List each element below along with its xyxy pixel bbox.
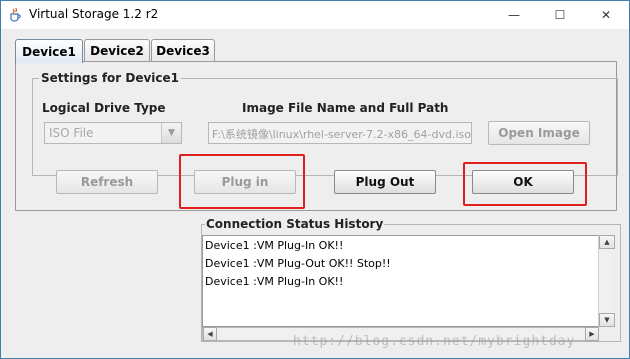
settings-group-title: Settings for Device1 (39, 71, 182, 85)
ok-highlight-box (463, 162, 587, 206)
close-button[interactable]: ✕ (583, 1, 629, 29)
tab-device2[interactable]: Device2 (84, 39, 150, 61)
log-line: Device1 :VM Plug-In OK!! (205, 275, 344, 288)
drive-type-select[interactable]: ISO File ▼ (44, 122, 182, 144)
window-title: Virtual Storage 1.2 r2 (29, 7, 159, 21)
image-path-input[interactable]: F:\系统镜像\linux\rhel-server-7.2-x86_64-dvd… (208, 122, 472, 144)
status-group: Connection Status History Device1 :VM Pl… (201, 217, 621, 342)
app-window: Virtual Storage 1.2 r2 — ☐ ✕ Device1 Dev… (0, 0, 630, 359)
java-cup-icon (10, 7, 21, 22)
minimize-button[interactable]: — (491, 1, 537, 29)
scroll-up-icon[interactable]: ▲ (599, 235, 615, 249)
chevron-down-icon[interactable]: ▼ (161, 123, 181, 143)
log-line: Device1 :VM Plug-In OK!! (205, 239, 344, 252)
plug-out-button[interactable]: Plug Out (334, 170, 436, 194)
log-line: Device1 :VM Plug-Out OK!! Stop!! (205, 257, 391, 270)
refresh-button[interactable]: Refresh (56, 170, 158, 194)
scroll-corner (599, 327, 615, 341)
image-path-label: Image File Name and Full Path (242, 101, 449, 115)
open-image-button[interactable]: Open Image (488, 121, 590, 145)
title-bar[interactable]: Virtual Storage 1.2 r2 — ☐ ✕ (1, 1, 629, 29)
scroll-down-icon[interactable]: ▼ (599, 313, 615, 327)
drive-type-value: ISO File (49, 126, 94, 140)
image-path-value: F:\系统镜像\linux\rhel-server-7.2-x86_64-dvd… (212, 128, 471, 141)
status-log[interactable]: Device1 :VM Plug-In OK!! Device1 :VM Plu… (202, 235, 614, 327)
status-group-title: Connection Status History (205, 217, 385, 231)
scroll-left-icon[interactable]: ◀ (203, 327, 217, 341)
watermark-text: http://blog.csdn.net/mybrightday (293, 334, 576, 349)
maximize-button[interactable]: ☐ (537, 1, 583, 29)
scroll-right-icon[interactable]: ▶ (585, 327, 599, 341)
tab-device3[interactable]: Device3 (151, 39, 215, 61)
plug-in-highlight-box (179, 154, 305, 209)
vertical-scrollbar[interactable]: ▲ ▼ (598, 235, 615, 327)
drive-type-label: Logical Drive Type (42, 101, 166, 115)
tab-device1[interactable]: Device1 (15, 39, 83, 63)
